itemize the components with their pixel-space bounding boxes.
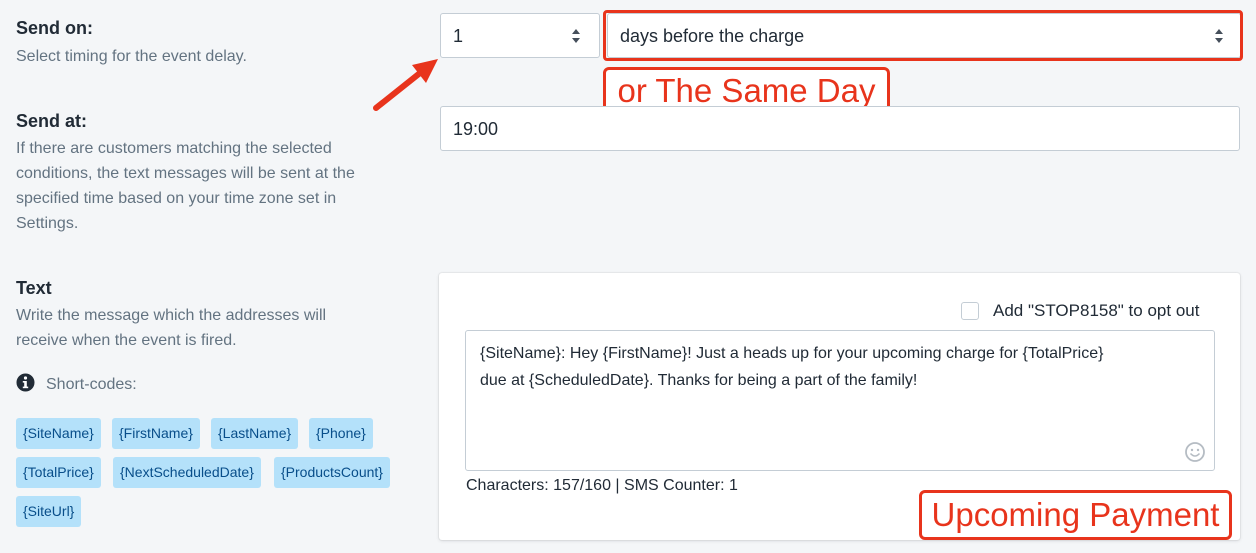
character-counter: Characters: 157/160 | SMS Counter: 1 <box>466 477 738 494</box>
send-at-description: If there are customers matching the sele… <box>16 136 426 236</box>
send-at-title: Send at: <box>16 111 88 131</box>
send-time-value: 19:00 <box>453 119 499 139</box>
optout-label: Add "STOP8158" to opt out <box>993 301 1200 320</box>
shortcode-chip[interactable]: {LastName} <box>211 418 299 449</box>
send-at-description-line: Settings. <box>16 215 79 232</box>
send-at-description-line: conditions, the text messages will be se… <box>16 165 355 182</box>
optout-checkbox[interactable] <box>961 302 979 320</box>
send-at-description-line: specified time based on your time zone s… <box>16 190 337 207</box>
emoji-icon[interactable] <box>1184 441 1206 463</box>
send-on-title: Send on: <box>16 18 93 38</box>
shortcode-chip[interactable]: {NextScheduledDate} <box>113 457 261 488</box>
text-description-line: receive when the event is fired. <box>16 332 237 349</box>
shortcode-chip[interactable]: {ProductsCount} <box>274 457 390 488</box>
shortcode-chip[interactable]: {SiteName} <box>16 418 101 449</box>
text-description: Write the message which the addresses wi… <box>16 303 426 353</box>
shortcode-chip[interactable]: {TotalPrice} <box>16 457 101 488</box>
upcoming-payment-callout: Upcoming Payment <box>919 490 1232 540</box>
annotation-arrow-icon <box>373 59 438 111</box>
quantity-value: 1 <box>453 26 464 46</box>
text-title: Text <box>16 278 52 298</box>
shortcode-chip[interactable]: {SiteUrl} <box>16 496 82 527</box>
send-at-description-line: If there are customers matching the sele… <box>16 140 332 157</box>
info-icon <box>16 373 35 392</box>
quantity-select[interactable]: 1 <box>440 13 600 58</box>
send-time-input[interactable]: 19:00 <box>440 106 1240 151</box>
message-line: {SiteName}: Hey {FirstName}! Just a head… <box>480 345 1104 362</box>
text-description-line: Write the message which the addresses wi… <box>16 307 327 324</box>
select-arrows-icon <box>571 28 581 44</box>
shortcode-chip[interactable]: {Phone} <box>309 418 373 449</box>
message-textarea[interactable]: {SiteName}: Hey {FirstName}! Just a head… <box>465 330 1215 471</box>
shortcode-chip[interactable]: {FirstName} <box>112 418 200 449</box>
shortcodes-label: Short-codes: <box>46 376 137 393</box>
timing-highlight-frame <box>603 10 1243 61</box>
message-line: due at {ScheduledDate}. Thanks for being… <box>480 372 918 389</box>
send-on-description: Select timing for the event delay. <box>16 48 247 65</box>
